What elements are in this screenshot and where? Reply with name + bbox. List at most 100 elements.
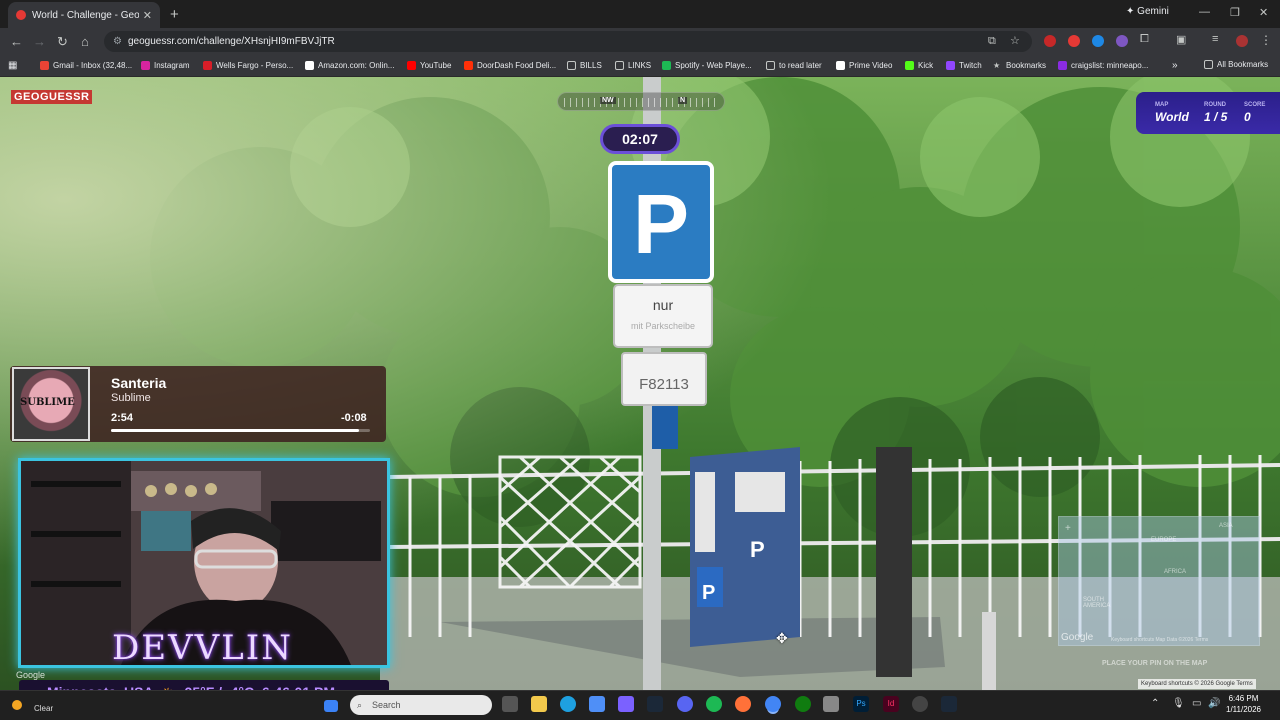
geoguessr-logo[interactable]: GEOGUESSR	[11, 90, 93, 104]
bookmark-item[interactable]: Gmail - Inbox (32,48...	[40, 61, 132, 70]
chrome-icon[interactable]	[765, 696, 781, 712]
folder-icon	[1204, 60, 1213, 69]
taskbar-clock[interactable]: 6:46 PM 1/11/2026	[1226, 693, 1261, 715]
song-title: Santeria	[111, 375, 167, 391]
url-text: geoguessr.com/challenge/XHsnjHI9mFBVJjTR	[128, 36, 335, 47]
profile-avatar-icon[interactable]	[1236, 35, 1248, 47]
parking-sign-p: P	[633, 177, 689, 271]
menu-kebab-icon[interactable]: ⋮	[1260, 33, 1272, 47]
address-bar[interactable]: ⚙ geoguessr.com/challenge/XHsnjHI9mFBVJj…	[104, 31, 1032, 52]
store-icon[interactable]	[589, 696, 605, 712]
indesign-icon[interactable]: Id	[883, 696, 899, 712]
compass-nw-label: NW	[600, 97, 616, 104]
bookmark-favicon-icon	[407, 61, 416, 70]
taskbar	[0, 690, 1280, 720]
forward-icon[interactable]: →	[33, 34, 46, 49]
install-app-icon[interactable]: ⧉	[988, 31, 996, 52]
capture-app-icon[interactable]	[823, 696, 839, 712]
side-panel-icon[interactable]: ▣	[1176, 33, 1188, 46]
close-tab-icon[interactable]: ✕	[143, 9, 152, 22]
bookmark-item[interactable]: Kick	[905, 61, 933, 70]
microphone-icon[interactable]: 🎙	[1172, 698, 1185, 709]
bookmark-item[interactable]: YouTube	[407, 61, 451, 70]
close-window-icon[interactable]: ✕	[1259, 6, 1268, 19]
display-icon[interactable]: ▭	[1192, 698, 1201, 709]
taskbar-weather[interactable]: Clear	[34, 704, 53, 713]
restore-icon[interactable]: ❐	[1230, 6, 1240, 19]
steam-secondary-icon[interactable]	[941, 696, 957, 712]
copilot-icon[interactable]	[618, 696, 634, 712]
place-guess-button[interactable]: PLACE YOUR PIN ON THE MAP	[1102, 660, 1207, 667]
reload-icon[interactable]: ↻	[57, 34, 68, 50]
bookmark-label: Amazon.com: Onlin...	[318, 61, 395, 70]
task-view-icon[interactable]	[502, 696, 518, 712]
bookmark-item[interactable]: Instagram	[141, 61, 190, 70]
sign-nur-text: nur	[653, 297, 674, 313]
time-remaining: -0:08	[341, 412, 367, 424]
obs-icon[interactable]	[912, 696, 928, 712]
extensions-puzzle-icon[interactable]: ⧠	[1140, 33, 1152, 45]
minimize-icon[interactable]: —	[1199, 6, 1210, 18]
map-label-south-america: SOUTH AMERICA	[1083, 597, 1111, 609]
steam-icon[interactable]	[647, 696, 663, 712]
gemini-button[interactable]: ✦ Gemini	[1126, 6, 1169, 17]
spotify-icon[interactable]	[706, 696, 722, 712]
map-label: MAP	[1155, 102, 1169, 108]
map-zoom-in-icon[interactable]: +	[1065, 523, 1071, 534]
extension-icon[interactable]	[1068, 35, 1080, 47]
xbox-icon[interactable]	[795, 696, 811, 712]
bookmark-item[interactable]: ★ Bookmarks	[993, 61, 1046, 70]
file-explorer-icon[interactable]	[531, 696, 547, 712]
bookmark-item[interactable]: Prime Video	[836, 61, 892, 70]
map-label-africa: AFRICA	[1164, 569, 1187, 575]
firefox-icon[interactable]	[735, 696, 751, 712]
all-bookmarks-folder[interactable]: All Bookmarks	[1204, 60, 1268, 69]
bookmark-favicon-icon	[836, 61, 845, 70]
discord-icon[interactable]	[677, 696, 693, 712]
extension-icon[interactable]	[1116, 35, 1128, 47]
bookmark-item[interactable]: Spotify - Web Playe...	[662, 61, 752, 70]
bookmark-item[interactable]: DoorDash Food Deli...	[464, 61, 556, 70]
gemini-label: Gemini	[1137, 6, 1169, 17]
clock-date: 1/11/2026	[1226, 705, 1261, 714]
new-tab-button[interactable]: +	[170, 6, 179, 23]
bookmark-item[interactable]: craigslist: minneapo...	[1058, 61, 1148, 70]
tray-overflow-icon[interactable]: ⌃	[1151, 698, 1159, 709]
search-icon: ⌕	[357, 700, 363, 710]
taskbar-search[interactable]: ⌕ Search	[350, 695, 492, 715]
photoshop-icon[interactable]: Ps	[853, 696, 869, 712]
bookmark-item[interactable]: BILLS	[567, 61, 602, 70]
weather-moon-icon[interactable]	[12, 700, 22, 710]
song-progress-fill	[111, 429, 359, 432]
bookmark-favicon-icon	[141, 61, 150, 70]
edge-icon[interactable]	[560, 696, 576, 712]
bookmark-label: BILLS	[580, 61, 602, 70]
extension-icon[interactable]	[1044, 35, 1056, 47]
volume-icon[interactable]: 🔊	[1208, 698, 1220, 709]
site-info-icon[interactable]: ⚙	[113, 31, 122, 52]
bookmark-label: Spotify - Web Playe...	[675, 61, 752, 70]
home-icon[interactable]: ⌂	[81, 34, 89, 49]
back-icon[interactable]: ←	[10, 34, 23, 49]
search-placeholder: Search	[372, 700, 401, 710]
time-elapsed: 2:54	[111, 412, 134, 424]
extension-icon[interactable]	[1092, 35, 1104, 47]
streamer-brand: DEVVLIN	[112, 628, 293, 668]
street-view-attribution: Keyboard shortcuts © 2026 Google Terms	[1138, 679, 1256, 689]
bookmark-item[interactable]: Wells Fargo - Perso...	[203, 61, 293, 70]
bookmark-item[interactable]: Twitch	[946, 61, 982, 70]
bookmark-star-icon[interactable]: ☆	[1010, 31, 1020, 52]
more-bookmarks-chevron-icon[interactable]: »	[1172, 60, 1178, 71]
bookmark-item[interactable]: to read later	[766, 61, 822, 70]
bookmark-item[interactable]: LINKS	[615, 61, 651, 70]
start-windows-icon[interactable]	[324, 700, 338, 712]
album-art: SUBLIME	[12, 367, 90, 441]
tab-search-icon[interactable]: ≡	[1212, 33, 1224, 45]
guess-map[interactable]: + EUROPE ASIA AFRICA SOUTH AMERICA Googl…	[1058, 516, 1260, 646]
apps-grid-icon[interactable]: ▦	[8, 60, 17, 71]
bookmark-favicon-icon	[946, 61, 955, 70]
svg-text:P: P	[702, 582, 715, 604]
bookmark-item[interactable]: Amazon.com: Onlin...	[305, 61, 394, 70]
browser-tab[interactable]: World - Challenge - GeoGuessr ✕	[8, 2, 160, 28]
bookmark-favicon-icon	[1058, 61, 1067, 70]
